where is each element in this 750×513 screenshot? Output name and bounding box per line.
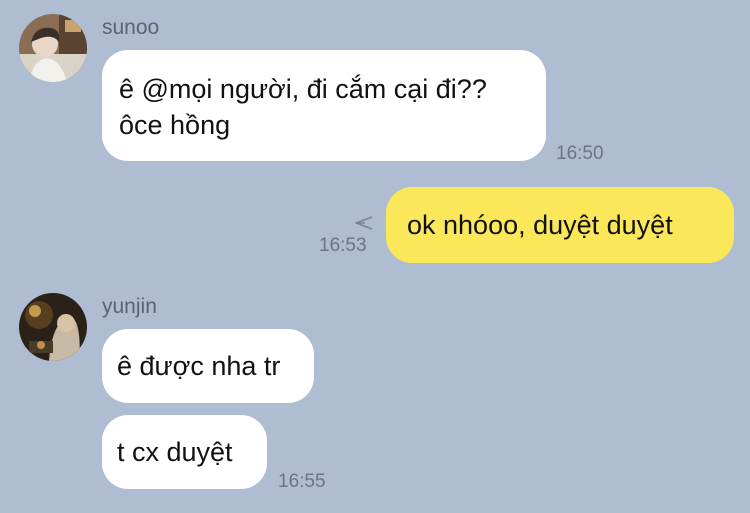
- message-time: 16:53: [319, 235, 367, 256]
- message-time: 16:55: [278, 471, 326, 492]
- message-text: ok nhóoo, duyệt duyệt: [407, 210, 673, 240]
- sent-arrow-icon: [355, 216, 373, 230]
- message-bubble[interactable]: t cx duyệt: [102, 415, 267, 489]
- message-text: t cx duyệt: [117, 437, 233, 467]
- message-text: ê @mọi người, đi cắm cại đi??: [119, 74, 487, 104]
- message-bubble[interactable]: ê được nha tr: [102, 329, 314, 403]
- message-bubble[interactable]: ê @mọi người, đi cắm cại đi?? ôce hồng: [102, 50, 546, 161]
- message-time: 16:50: [556, 143, 604, 164]
- sender-name: sunoo: [102, 16, 160, 39]
- avatar-sunoo[interactable]: [19, 14, 87, 82]
- message-text: ôce hồng: [119, 110, 231, 140]
- message-bubble-outgoing[interactable]: ok nhóoo, duyệt duyệt: [386, 187, 734, 263]
- avatar-yunjin[interactable]: [19, 293, 87, 361]
- sender-name: yunjin: [102, 295, 157, 318]
- message-text: ê được nha tr: [117, 351, 281, 381]
